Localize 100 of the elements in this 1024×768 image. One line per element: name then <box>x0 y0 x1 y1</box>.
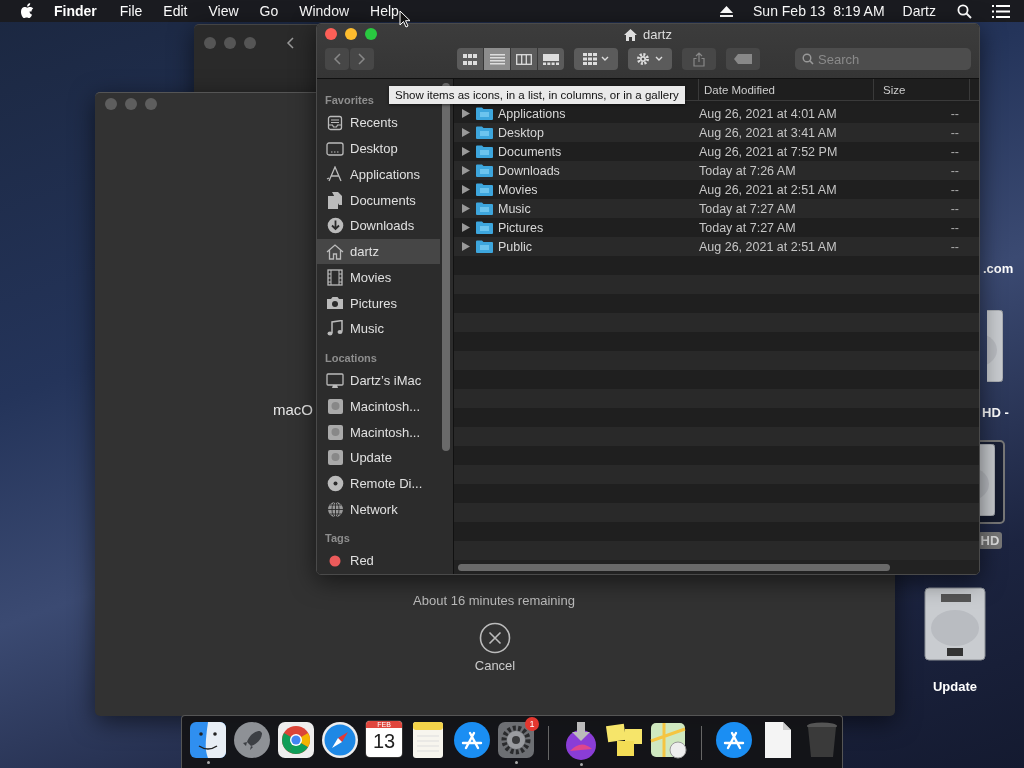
clock[interactable]: Sun Feb 13 8:19 AM <box>753 3 885 19</box>
search-icon[interactable] <box>957 3 972 19</box>
cancel-button[interactable]: Cancel <box>474 622 516 673</box>
date-cell-text: Aug 26, 2021 at 3:41 AM <box>699 125 838 140</box>
date-cell-text: Today at 7:26 AM <box>699 163 797 178</box>
sticky-notes-app-icon[interactable] <box>605 721 645 759</box>
blank-document-icon[interactable] <box>762 721 794 759</box>
apple-icon[interactable] <box>20 3 34 19</box>
sidebar-item[interactable]: Documents <box>317 187 440 213</box>
group-by-button[interactable] <box>574 48 618 70</box>
sidebar-item[interactable]: Remote Di... <box>317 470 440 497</box>
tray-icon <box>327 114 343 131</box>
sidebar-item[interactable]: Pictures <box>317 290 440 316</box>
map-app-icon[interactable] <box>650 721 688 759</box>
gear-app-icon[interactable] <box>497 721 535 759</box>
sidebar-item[interactable]: Macintosh... <box>317 393 440 420</box>
sidebar-item[interactable]: Dartz’s iMac <box>317 367 440 394</box>
scrollbar[interactable] <box>458 564 890 571</box>
file-name: Public <box>498 239 534 254</box>
size-cell-text: -- <box>949 220 959 235</box>
sidebar-item[interactable]: Red <box>317 548 440 574</box>
menu-item[interactable]: File <box>119 3 143 19</box>
zoom-button[interactable] <box>365 28 377 40</box>
drive-icon <box>326 423 344 441</box>
disclosure-triangle-icon[interactable] <box>462 242 470 251</box>
search-icon <box>802 53 814 65</box>
time-remaining-text: About 16 minutes remaining <box>413 593 575 608</box>
file-name: Applications <box>498 106 567 121</box>
app-store-icon[interactable] <box>715 721 753 759</box>
action-button[interactable] <box>628 48 672 70</box>
desktop-icon-label[interactable]: .com <box>980 260 1017 277</box>
desktop-icon-label[interactable]: Update <box>929 678 981 695</box>
forward-chevron-icon <box>358 53 366 65</box>
menu-item[interactable]: View <box>208 3 239 19</box>
menu-item[interactable]: Window <box>299 3 350 19</box>
view-mode-button[interactable] <box>457 48 483 70</box>
disclosure-triangle-icon[interactable] <box>462 204 470 213</box>
menu-item[interactable]: Go <box>259 3 279 19</box>
disclosure-triangle-icon[interactable] <box>462 166 470 175</box>
search-field[interactable]: Search <box>795 48 971 70</box>
camera-icon <box>326 296 344 311</box>
sidebar-item[interactable]: Macintosh... <box>317 419 440 445</box>
view-mode-button[interactable] <box>511 48 537 70</box>
app-store-icon[interactable] <box>453 721 491 759</box>
home-icon <box>624 28 638 41</box>
user-menu[interactable]: Dartz <box>902 3 936 19</box>
menu-item[interactable]: Edit <box>163 3 188 19</box>
film-strip-icon <box>327 268 343 286</box>
smiling-face-app-icon[interactable] <box>189 721 227 759</box>
globe-icon <box>326 500 344 518</box>
size-cell-text: -- <box>949 106 959 121</box>
size-cell-text: -- <box>949 182 959 197</box>
app-menu[interactable]: Finder <box>54 3 97 19</box>
disclosure-triangle-icon[interactable] <box>462 128 470 137</box>
disclosure-triangle-icon[interactable] <box>462 109 470 118</box>
tag-icon <box>734 54 752 64</box>
sidebar-heading: Tags <box>325 532 350 547</box>
tag-button[interactable] <box>726 48 760 70</box>
window-title: dartz <box>643 27 672 42</box>
folder-icon <box>476 221 493 234</box>
minimize-button[interactable] <box>345 28 357 40</box>
sidebar-item[interactable]: Movies <box>317 264 440 291</box>
view-mode-button[interactable] <box>538 48 564 70</box>
file-name: Desktop <box>498 125 545 140</box>
folder-icon <box>476 107 493 120</box>
trash-icon[interactable] <box>805 721 839 759</box>
drive-icon <box>326 449 344 467</box>
folder-icon <box>476 145 493 158</box>
sidebar-item[interactable]: dartz <box>317 238 440 265</box>
sidebar-item[interactable]: Downloads <box>317 212 440 239</box>
sidebar-item[interactable]: Music <box>317 316 440 342</box>
sidebar-item[interactable]: Applications <box>317 161 440 188</box>
date-cell-text: Aug 26, 2021 at 2:51 AM <box>699 182 838 197</box>
sidebar-item[interactable]: Network <box>317 496 440 523</box>
eject-icon[interactable] <box>720 5 733 17</box>
compass-app-icon[interactable] <box>321 721 359 759</box>
list-icon[interactable] <box>992 4 1010 18</box>
disclosure-triangle-icon[interactable] <box>462 185 470 194</box>
rocket-app-icon[interactable] <box>233 721 271 759</box>
folder-icon <box>476 202 493 215</box>
file-name: Documents <box>498 144 563 159</box>
back-chevron-icon[interactable] <box>286 37 294 49</box>
disclosure-triangle-icon[interactable] <box>462 223 470 232</box>
sidebar-item[interactable]: Desktop <box>317 135 440 162</box>
desktop-icon-label[interactable]: HD - <box>979 404 1012 421</box>
sidebar-item[interactable]: Update <box>317 444 440 471</box>
date-cell-text: Aug 26, 2021 at 4:01 AM <box>699 106 838 121</box>
sidebar-item[interactable]: Recents <box>317 109 440 136</box>
browser-app-icon[interactable] <box>277 721 315 759</box>
column-header[interactable]: Date Modified <box>699 79 874 100</box>
column-header[interactable]: Size <box>874 79 970 100</box>
file-name: Downloads <box>498 163 561 178</box>
disclosure-triangle-icon[interactable] <box>462 147 470 156</box>
menu-item[interactable]: Help <box>370 3 399 19</box>
close-button[interactable] <box>325 28 337 40</box>
cancel-icon <box>479 622 511 654</box>
notification-badge: 1 <box>525 717 539 731</box>
installer-heading: macO <box>273 401 313 418</box>
disc-icon <box>326 475 344 493</box>
file-name: Pictures <box>498 220 545 235</box>
